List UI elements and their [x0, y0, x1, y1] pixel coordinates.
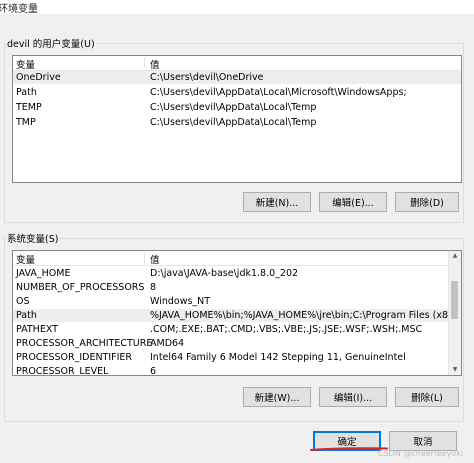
system-list-scrollbar[interactable]: ▲ ▼ [448, 251, 461, 375]
system-new-button[interactable]: 新建(W)... [243, 387, 311, 407]
table-row[interactable]: Path %JAVA_HOME%\bin;%JAVA_HOME%\jre\bin… [13, 309, 461, 322]
table-row[interactable]: TEMP C:\Users\devil\AppData\Local\Temp [13, 101, 461, 114]
system-variables-label: 系统变量(S) [6, 231, 60, 245]
row-value: D:\java\JAVA-base\jdk1.8.0_202 [150, 268, 299, 279]
column-header-name[interactable]: 变量 [16, 252, 35, 266]
column-header-name[interactable]: 变量 [16, 57, 35, 71]
system-delete-button[interactable]: 删除(L) [395, 387, 459, 407]
row-name: PROCESSOR_ARCHITECTURE [16, 338, 153, 349]
row-name: PATHEXT [16, 324, 58, 335]
user-variables-list[interactable]: 变量 值 OneDrive C:\Users\devil\OneDrive Pa… [12, 55, 462, 183]
table-row[interactable]: TMP C:\Users\devil\AppData\Local\Temp [13, 116, 461, 129]
row-value: AMD64 [150, 338, 185, 349]
row-value: Windows_NT [150, 296, 211, 307]
table-row[interactable]: Path C:\Users\devil\AppData\Local\Micros… [13, 86, 461, 99]
table-row[interactable]: PROCESSOR_IDENTIFIER Intel64 Family 6 Mo… [13, 351, 461, 364]
column-header-value[interactable]: 值 [150, 252, 160, 266]
row-name: TEMP [16, 102, 42, 113]
scroll-up-arrow-icon[interactable]: ▲ [449, 251, 461, 261]
title-bar: 环境变量 [0, 0, 474, 15]
table-row[interactable]: PATHEXT .COM;.EXE;.BAT;.CMD;.VBS;.VBE;.J… [13, 323, 461, 336]
red-underline-annotation [310, 447, 388, 451]
column-header-value[interactable]: 值 [150, 57, 160, 71]
column-separator[interactable] [144, 57, 145, 69]
user-delete-button[interactable]: 删除(D) [395, 192, 459, 212]
row-name: OS [16, 296, 30, 307]
column-separator[interactable] [144, 252, 145, 264]
row-name: NUMBER_OF_PROCESSORS [16, 282, 145, 293]
row-name: Path [16, 310, 37, 321]
user-new-button[interactable]: 新建(N)... [243, 192, 311, 212]
table-row[interactable]: OS Windows_NT [13, 295, 461, 308]
row-value: C:\Users\devil\AppData\Local\Microsoft\W… [150, 87, 407, 98]
row-value: Intel64 Family 6 Model 142 Stepping 11, … [150, 352, 406, 363]
user-variables-label: devil 的用户变量(U) [6, 36, 96, 50]
row-value: .COM;.EXE;.BAT;.CMD;.VBS;.VBE;.JS;.JSE;.… [150, 324, 423, 335]
user-variables-header: 变量 值 [13, 56, 461, 71]
table-row[interactable]: PROCESSOR_LEVEL 6 [13, 365, 461, 376]
system-edit-button[interactable]: 编辑(I)... [319, 387, 387, 407]
table-row[interactable]: NUMBER_OF_PROCESSORS 8 [13, 281, 461, 294]
row-value: C:\Users\devil\AppData\Local\Temp [150, 102, 317, 113]
row-name: JAVA_HOME [16, 268, 71, 279]
row-name: TMP [16, 117, 36, 128]
row-name: PROCESSOR_IDENTIFIER [16, 352, 133, 363]
row-value: C:\Users\devil\AppData\Local\Temp [150, 117, 317, 128]
row-name: OneDrive [16, 72, 61, 83]
row-name: PROCESSOR_LEVEL [16, 366, 109, 376]
table-row[interactable]: OneDrive C:\Users\devil\OneDrive [13, 71, 461, 84]
watermark-text: CSDN @cheerfeeyoki [378, 449, 464, 458]
environment-variables-window: 环境变量 devil 的用户变量(U) 变量 值 OneDrive C:\Use… [0, 0, 474, 463]
system-variables-header: 变量 值 [13, 251, 461, 266]
row-value: %JAVA_HOME%\bin;%JAVA_HOME%\jre\bin;C:\P… [150, 310, 458, 321]
window-title: 环境变量 [0, 4, 38, 15]
scroll-down-arrow-icon[interactable]: ▼ [449, 365, 461, 375]
system-variables-list[interactable]: 变量 值 JAVA_HOME D:\java\JAVA-base\jdk1.8.… [12, 250, 462, 376]
scrollbar-thumb[interactable] [451, 281, 458, 319]
table-row[interactable]: PROCESSOR_ARCHITECTURE AMD64 [13, 337, 461, 350]
user-edit-button[interactable]: 编辑(E)... [319, 192, 387, 212]
table-row[interactable]: JAVA_HOME D:\java\JAVA-base\jdk1.8.0_202 [13, 267, 461, 280]
row-value: 6 [150, 366, 157, 376]
row-name: Path [16, 87, 37, 98]
cancel-button[interactable]: 取消 [389, 431, 457, 451]
row-value: C:\Users\devil\OneDrive [150, 72, 264, 83]
row-value: 8 [150, 282, 157, 293]
